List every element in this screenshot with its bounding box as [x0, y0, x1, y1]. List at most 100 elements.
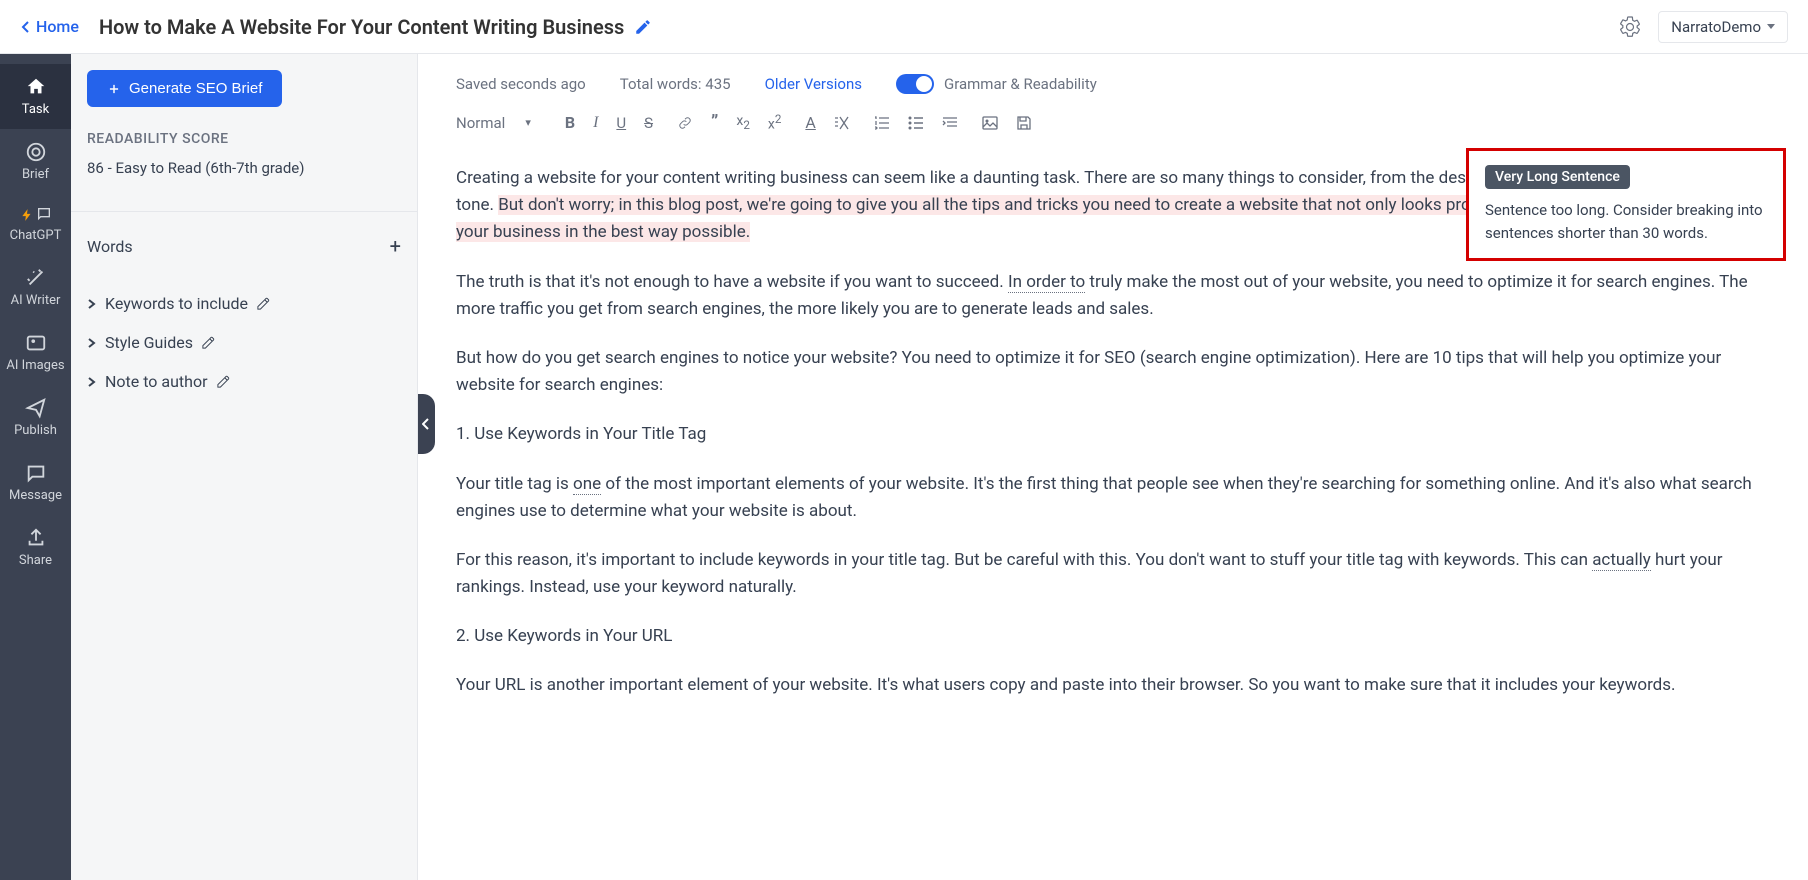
- page-title-text: How to Make A Website For Your Content W…: [99, 15, 624, 39]
- rail-label: ChatGPT: [10, 228, 62, 243]
- strike-button[interactable]: S: [644, 114, 653, 132]
- rail-label: Publish: [14, 423, 57, 438]
- message-icon: [25, 462, 47, 484]
- rail-item-task[interactable]: Task: [0, 64, 71, 129]
- sidebar-item-noteauthor[interactable]: Note to author: [87, 362, 401, 401]
- sidebar-item-keywords[interactable]: Keywords to include: [87, 284, 401, 323]
- grammar-flag[interactable]: one: [573, 474, 601, 495]
- rail-label: Share: [19, 553, 52, 568]
- sidebar-item-styleguides[interactable]: Style Guides: [87, 323, 401, 362]
- bold-button[interactable]: B: [565, 113, 575, 132]
- paragraph[interactable]: But how do you get search engines to not…: [456, 345, 1770, 399]
- seo-btn-label: Generate SEO Brief: [129, 80, 262, 97]
- home-link[interactable]: Home: [20, 17, 79, 36]
- workspace-label: NarratoDemo: [1671, 18, 1761, 36]
- chevron-right-icon: [87, 299, 97, 309]
- rail-item-chatgpt[interactable]: ChatGPT: [0, 194, 71, 255]
- sidebar-item-label: Keywords to include: [105, 294, 248, 313]
- format-select[interactable]: Normal ▾: [456, 114, 541, 132]
- target-icon: [25, 141, 47, 163]
- underline-button[interactable]: U: [616, 114, 626, 132]
- callout-text: Sentence too long. Consider breaking int…: [1485, 199, 1767, 244]
- edit-icon[interactable]: [256, 296, 271, 311]
- page-title: How to Make A Website For Your Content W…: [99, 15, 652, 39]
- grammar-flag[interactable]: In order to: [1008, 272, 1085, 293]
- header: Home How to Make A Website For Your Cont…: [0, 0, 1808, 54]
- numbered-list-icon[interactable]: [874, 115, 890, 131]
- superscript-button[interactable]: x2: [768, 112, 782, 133]
- bullet-list-icon[interactable]: [908, 115, 924, 131]
- save-icon[interactable]: [1016, 115, 1032, 131]
- words-label: Words: [87, 237, 133, 256]
- paragraph[interactable]: Your title tag is one of the most import…: [456, 471, 1770, 525]
- textcolor-button[interactable]: A: [805, 113, 815, 132]
- readability-title: READABILITY SCORE: [87, 131, 401, 147]
- readability-score: 86 - Easy to Read (6th-7th grade): [87, 159, 401, 191]
- rail-label: AI Writer: [11, 293, 61, 308]
- grammar-label: Grammar & Readability: [944, 75, 1097, 93]
- edit-icon[interactable]: [216, 374, 231, 389]
- clearformat-icon[interactable]: [834, 115, 850, 131]
- chevron-right-icon: [87, 338, 97, 348]
- workspace-dropdown[interactable]: NarratoDemo: [1658, 11, 1788, 43]
- rail-item-publish[interactable]: Publish: [0, 385, 71, 450]
- format-label: Normal: [456, 114, 505, 132]
- chat-icon: [36, 206, 52, 222]
- rail-label: Brief: [22, 167, 49, 182]
- bolt-icon: [20, 206, 34, 224]
- rail-item-message[interactable]: Message: [0, 450, 71, 515]
- grammar-flag[interactable]: actually: [1592, 550, 1651, 571]
- blockquote-button[interactable]: ”: [711, 112, 718, 133]
- editor-toolbar: Normal ▾ B I U S ” x2 x2 A: [418, 104, 1808, 147]
- indent-icon[interactable]: [942, 115, 958, 131]
- text: For this reason, it's important to inclu…: [456, 550, 1592, 570]
- paragraph[interactable]: 1. Use Keywords in Your Title Tag: [456, 421, 1770, 448]
- editor-topbar: Saved seconds ago Total words: 435 Older…: [418, 54, 1808, 104]
- sidebar-item-label: Note to author: [105, 372, 208, 391]
- sidebar: Generate SEO Brief READABILITY SCORE 86 …: [71, 54, 418, 880]
- content-area: Saved seconds ago Total words: 435 Older…: [418, 54, 1808, 880]
- rail-item-brief[interactable]: Brief: [0, 129, 71, 194]
- wand-icon: [25, 267, 47, 289]
- paragraph[interactable]: 2. Use Keywords in Your URL: [456, 623, 1770, 650]
- nav-rail: Task Brief ChatGPT AI Writer AI Images P…: [0, 54, 71, 880]
- rail-item-aiwriter[interactable]: AI Writer: [0, 255, 71, 320]
- sidebar-item-label: Style Guides: [105, 333, 193, 352]
- text: The truth is that it's not enough to hav…: [456, 272, 1008, 292]
- grammar-toggle[interactable]: [896, 74, 934, 94]
- home-link-label: Home: [36, 17, 79, 36]
- paragraph[interactable]: The truth is that it's not enough to hav…: [456, 269, 1770, 323]
- words-row[interactable]: Words +: [87, 226, 401, 266]
- rail-item-aiimages[interactable]: AI Images: [0, 320, 71, 385]
- settings-icon[interactable]: [1618, 15, 1642, 39]
- chevron-down-icon: [1767, 24, 1775, 29]
- edit-icon[interactable]: [201, 335, 216, 350]
- home-icon: [25, 76, 47, 98]
- italic-button[interactable]: I: [593, 114, 598, 132]
- generate-seo-brief-button[interactable]: Generate SEO Brief: [87, 70, 282, 107]
- link-icon[interactable]: [677, 115, 693, 131]
- paragraph[interactable]: Your URL is another important element of…: [456, 672, 1770, 699]
- chevron-left-icon: [422, 418, 430, 430]
- rail-label: Message: [9, 488, 62, 503]
- plus-icon[interactable]: +: [390, 234, 401, 258]
- saved-status: Saved seconds ago: [456, 75, 586, 93]
- text: of the most important elements of your w…: [456, 474, 1752, 521]
- word-count: Total words: 435: [620, 75, 731, 93]
- callout-badge: Very Long Sentence: [1485, 165, 1630, 189]
- send-icon: [25, 397, 47, 419]
- plus-icon: [107, 82, 121, 96]
- collapse-handle[interactable]: [418, 394, 435, 454]
- image-button-icon[interactable]: [982, 115, 998, 131]
- subscript-button[interactable]: x2: [736, 113, 750, 132]
- image-icon: [25, 332, 47, 354]
- older-versions-link[interactable]: Older Versions: [765, 75, 862, 93]
- rail-item-share[interactable]: Share: [0, 515, 71, 580]
- chevron-left-icon: [20, 21, 32, 33]
- paragraph[interactable]: For this reason, it's important to inclu…: [456, 547, 1770, 601]
- edit-title-icon[interactable]: [634, 18, 652, 36]
- rail-label: Task: [22, 102, 49, 117]
- text: Your title tag is: [456, 474, 573, 494]
- share-icon: [25, 527, 47, 549]
- grammar-callout: Very Long Sentence Sentence too long. Co…: [1466, 148, 1786, 261]
